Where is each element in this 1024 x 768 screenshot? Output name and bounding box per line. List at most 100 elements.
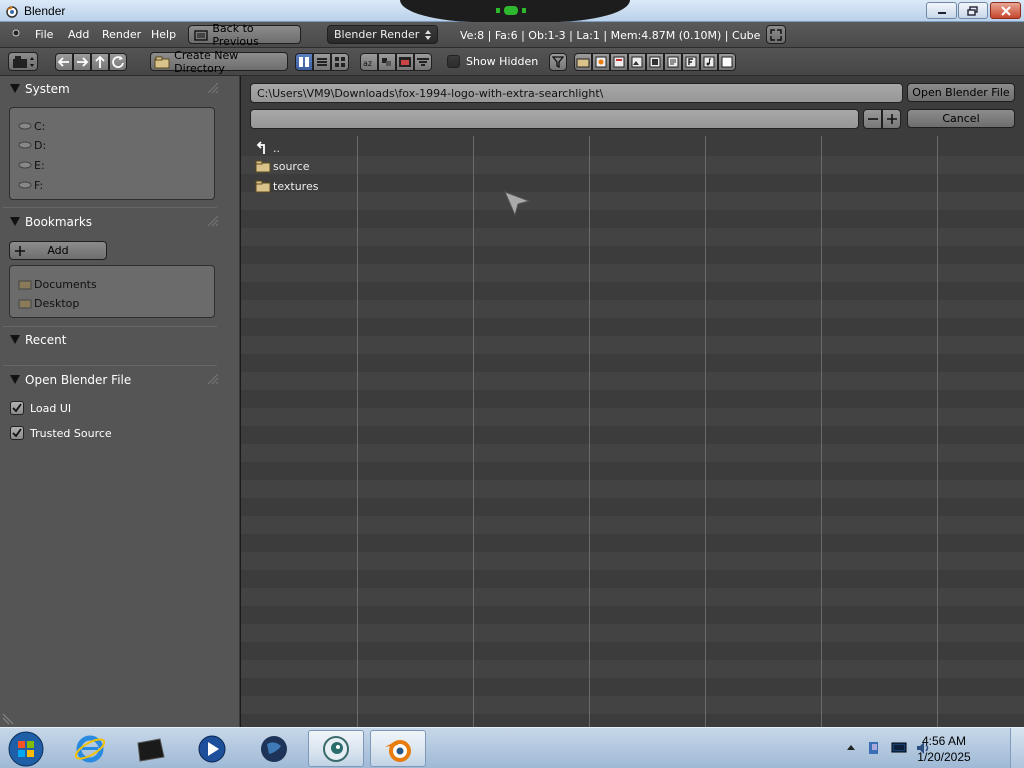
system-panel-title: System <box>25 82 70 96</box>
image-file-icon <box>631 56 643 68</box>
directory-path-field[interactable]: C:\Users\VM9\Downloads\fox-1994-logo-wit… <box>250 83 903 103</box>
recent-panel-header[interactable]: Recent <box>0 329 220 351</box>
open-blender-file-button[interactable]: Open Blender File <box>907 83 1015 102</box>
minimize-icon <box>937 11 946 14</box>
system-clock[interactable]: 4:56 AM 1/20/2025 <box>914 733 974 765</box>
filter-sound-button[interactable] <box>700 53 718 71</box>
filter-folders-button[interactable] <box>574 53 592 71</box>
filter-script-button[interactable] <box>664 53 682 71</box>
load-ui-checkbox[interactable] <box>10 401 24 415</box>
forward-button[interactable] <box>73 53 91 71</box>
menu-file[interactable]: File <box>35 28 53 41</box>
render-engine-dropdown[interactable]: Blender Render <box>327 25 438 44</box>
bookmark-item-documents[interactable]: Documents <box>18 277 97 291</box>
short-list-icon <box>299 57 309 67</box>
window-titlebar[interactable]: Blender <box>0 0 1024 22</box>
clock-date: 1/20/2025 <box>917 750 971 764</box>
increment-filename-button[interactable] <box>882 109 901 129</box>
drive-item-f[interactable]: F: <box>18 178 43 192</box>
cancel-button[interactable]: Cancel <box>907 109 1015 128</box>
show-hidden-checkbox[interactable] <box>447 55 460 68</box>
file-name: .. <box>273 141 280 155</box>
sort-extension-button[interactable] <box>378 53 396 71</box>
show-hidden-toggle[interactable]: Show Hidden <box>447 55 538 68</box>
trusted-source-checkbox[interactable] <box>10 426 24 440</box>
drive-item-c[interactable]: C: <box>18 119 45 133</box>
decrement-filename-button[interactable] <box>863 109 882 129</box>
filter-movie-button[interactable] <box>646 53 664 71</box>
clock-time: 4:56 AM <box>921 734 967 748</box>
show-hidden-icons-arrow-icon[interactable] <box>846 743 862 759</box>
bookmarks-panel-header[interactable]: Bookmarks <box>0 211 220 233</box>
filename-field[interactable] <box>250 109 859 129</box>
display-long-list-button[interactable] <box>313 53 331 71</box>
disk-drive-icon <box>18 141 32 149</box>
sort-size-button[interactable] <box>414 53 432 71</box>
create-new-directory-button[interactable]: Create New Directory <box>150 49 288 75</box>
taskbar-blender[interactable] <box>370 730 426 767</box>
open-options-panel-title: Open Blender File <box>25 373 132 387</box>
system-panel-header[interactable]: System <box>0 78 220 100</box>
start-button[interactable] <box>0 730 52 767</box>
bookmark-item-desktop[interactable]: Desktop <box>18 296 79 310</box>
drive-item-d[interactable]: D: <box>18 138 46 152</box>
load-ui-option[interactable]: Load UI <box>10 401 71 415</box>
menu-help[interactable]: Help <box>151 28 176 41</box>
column-divider <box>357 136 358 727</box>
text-file-icon <box>721 56 733 68</box>
display-thumbnails-button[interactable] <box>331 53 349 71</box>
drive-item-e[interactable]: E: <box>18 158 45 172</box>
parent-directory-button[interactable] <box>91 53 109 71</box>
fullscreen-toggle-button[interactable] <box>766 25 786 44</box>
globe-icon <box>261 735 287 762</box>
taskbar-terminal[interactable] <box>122 730 178 767</box>
filter-text-button[interactable] <box>718 53 736 71</box>
movie-file-icon <box>649 56 661 68</box>
folder-icon <box>255 160 271 173</box>
network-tray-icon[interactable] <box>866 740 882 756</box>
fullscreen-icon <box>770 28 782 41</box>
panel-grip-icon[interactable] <box>206 372 220 386</box>
filter-backup-button[interactable] <box>610 53 628 71</box>
blender-app-icon <box>6 6 18 18</box>
file-list-area[interactable]: .. source textures <box>241 136 1024 727</box>
taskbar-active-app[interactable] <box>308 730 364 767</box>
close-button[interactable] <box>990 2 1021 19</box>
menu-render[interactable]: Render <box>102 28 141 41</box>
mouse-cursor-icon <box>504 191 531 217</box>
editor-type-icon[interactable] <box>8 28 24 42</box>
filter-blend-button[interactable] <box>592 53 610 71</box>
editor-type-selector[interactable] <box>8 52 38 71</box>
sort-time-button[interactable] <box>396 53 414 71</box>
taskbar-internet-explorer[interactable] <box>62 730 118 767</box>
panel-grip-icon[interactable] <box>206 81 220 95</box>
file-entry-parent[interactable]: .. <box>255 140 280 156</box>
back-button[interactable] <box>55 53 73 71</box>
drive-label: E: <box>34 158 45 172</box>
area-resize-corner-icon[interactable] <box>2 713 14 725</box>
refresh-button[interactable] <box>109 53 127 71</box>
filter-font-button[interactable] <box>682 53 700 71</box>
display-short-list-button[interactable] <box>295 53 313 71</box>
back-to-previous-button[interactable]: Back to Previous <box>188 22 301 48</box>
back-screen-icon <box>194 29 208 41</box>
display-tray-icon[interactable] <box>891 740 907 756</box>
sort-alpha-button[interactable]: az <box>360 53 378 71</box>
maximize-button[interactable] <box>958 2 988 19</box>
menu-add[interactable]: Add <box>68 28 89 41</box>
close-icon <box>1000 5 1011 16</box>
open-options-panel-header[interactable]: Open Blender File <box>0 369 220 391</box>
recent-panel-title: Recent <box>25 333 67 347</box>
file-entry-source[interactable]: source <box>255 158 310 174</box>
filter-toggle-button[interactable] <box>549 53 567 71</box>
add-bookmark-button[interactable]: Add <box>9 241 107 260</box>
taskbar-media-player[interactable] <box>184 730 240 767</box>
show-desktop-button[interactable] <box>1010 728 1024 768</box>
svg-text:az: az <box>363 59 372 68</box>
minimize-button[interactable] <box>926 2 957 19</box>
trusted-source-option[interactable]: Trusted Source <box>10 426 112 440</box>
file-entry-textures[interactable]: textures <box>255 178 318 194</box>
panel-grip-icon[interactable] <box>206 214 220 228</box>
filter-image-button[interactable] <box>628 53 646 71</box>
taskbar-globe-app[interactable] <box>246 730 302 767</box>
